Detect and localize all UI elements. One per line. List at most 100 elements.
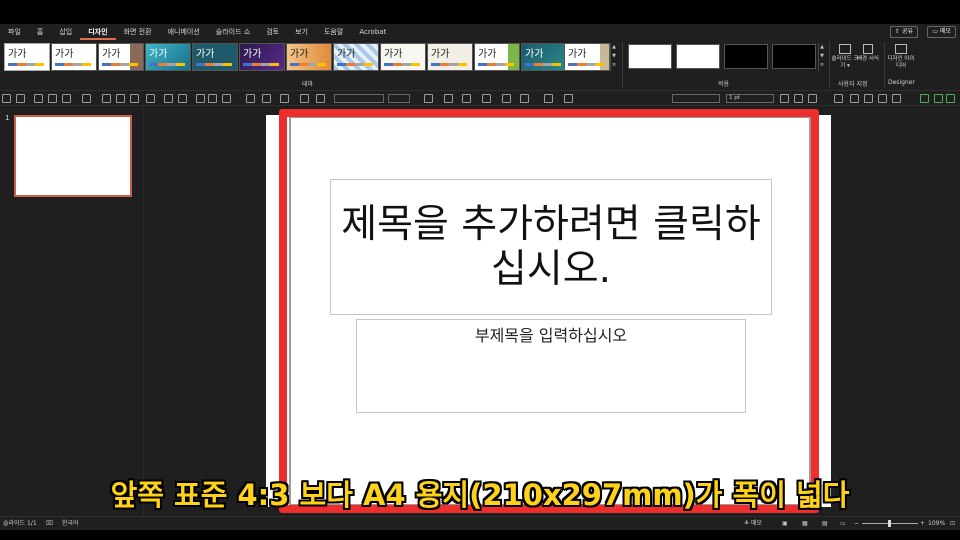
tool-icon[interactable] bbox=[222, 94, 231, 103]
table-icon[interactable] bbox=[544, 94, 553, 103]
tool-icon[interactable] bbox=[462, 94, 471, 103]
theme-8[interactable]: 가가 bbox=[333, 43, 379, 71]
tool-icon[interactable] bbox=[246, 94, 255, 103]
record-icon[interactable] bbox=[934, 94, 943, 103]
theme-5[interactable]: 가가 bbox=[192, 43, 238, 71]
tool-icon[interactable] bbox=[34, 94, 43, 103]
themes-gallery-scroll[interactable]: ▲ ▼ ≡ bbox=[610, 43, 617, 71]
tool-icon[interactable] bbox=[564, 94, 573, 103]
slide-thumbnail[interactable] bbox=[14, 115, 132, 197]
font-size-field[interactable] bbox=[388, 94, 410, 103]
notes-button[interactable]: ≜ 메모 bbox=[744, 517, 762, 530]
tool-icon[interactable] bbox=[208, 94, 217, 103]
theme-4[interactable]: 가가 bbox=[145, 43, 191, 71]
tab-slideshow[interactable]: 슬라이드 쇼 bbox=[208, 24, 258, 40]
accessibility-icon[interactable]: ⌧ bbox=[46, 517, 53, 530]
record-icon[interactable] bbox=[946, 94, 955, 103]
variants-gallery-scroll[interactable]: ▲ ▼ ≡ bbox=[818, 43, 825, 71]
theme-6[interactable]: 가가 bbox=[239, 43, 285, 71]
tab-transitions[interactable]: 화면 전환 bbox=[116, 24, 160, 40]
reading-view-icon[interactable]: ▤ bbox=[822, 517, 828, 530]
tool-icon[interactable] bbox=[164, 94, 173, 103]
customize-group-label: 사용자 지정 bbox=[838, 81, 868, 88]
theme-11[interactable]: 가가 bbox=[474, 43, 520, 71]
line-weight-field[interactable]: 1 pt bbox=[726, 94, 774, 103]
theme-9[interactable]: 가가 bbox=[380, 43, 426, 71]
tool-icon[interactable] bbox=[850, 94, 859, 103]
theme-10[interactable]: 가가 bbox=[427, 43, 473, 71]
tool-icon[interactable] bbox=[16, 94, 25, 103]
tool-icon[interactable] bbox=[146, 94, 155, 103]
normal-view-icon[interactable]: ▣ bbox=[782, 517, 788, 530]
memo-button[interactable]: ▭ 메모 bbox=[927, 26, 956, 38]
tool-icon[interactable] bbox=[520, 94, 529, 103]
theme-office-2[interactable]: 가가 bbox=[51, 43, 97, 71]
tool-icon[interactable] bbox=[178, 94, 187, 103]
tool-icon[interactable] bbox=[794, 94, 803, 103]
variant-3[interactable] bbox=[724, 44, 768, 69]
tab-review[interactable]: 검토 bbox=[258, 24, 287, 40]
theme-office[interactable]: 가가 bbox=[4, 43, 50, 71]
tool-icon[interactable] bbox=[444, 94, 453, 103]
theme-13[interactable]: 가가 bbox=[564, 43, 610, 71]
tool-icon[interactable] bbox=[502, 94, 511, 103]
theme-3[interactable]: 가가 bbox=[98, 43, 144, 71]
format-background-button[interactable]: 배경 서식 bbox=[854, 44, 882, 63]
theme-preview-text: 가가 bbox=[431, 49, 450, 60]
zoom-out-icon[interactable]: − bbox=[854, 517, 859, 530]
tab-view[interactable]: 보기 bbox=[287, 24, 316, 40]
subtitle-placeholder[interactable]: 부제목을 입력하십시오 bbox=[356, 319, 746, 413]
symbol-icon[interactable] bbox=[316, 94, 325, 103]
zoom-in-icon[interactable]: + bbox=[920, 517, 925, 530]
tool-icon[interactable] bbox=[780, 94, 789, 103]
theme-7[interactable]: 가가 bbox=[286, 43, 332, 71]
variant-2[interactable] bbox=[676, 44, 720, 69]
tool-icon[interactable] bbox=[2, 94, 11, 103]
tool-icon[interactable] bbox=[116, 94, 125, 103]
theme-preview-text: 가가 bbox=[102, 49, 121, 60]
title-placeholder[interactable]: 제목을 추가하려면 클릭하십시오. bbox=[330, 179, 772, 315]
variant-1[interactable] bbox=[628, 44, 672, 69]
tool-icon[interactable] bbox=[130, 94, 139, 103]
tool-icon[interactable] bbox=[808, 94, 817, 103]
tab-help[interactable]: 도움말 bbox=[316, 24, 351, 40]
eyedropper-icon[interactable] bbox=[262, 94, 271, 103]
tool-icon[interactable] bbox=[878, 94, 887, 103]
tool-icon[interactable] bbox=[82, 94, 91, 103]
theme-12[interactable]: 가가 bbox=[521, 43, 567, 71]
variant-4[interactable] bbox=[772, 44, 816, 69]
tool-icon[interactable] bbox=[864, 94, 873, 103]
tab-insert[interactable]: 삽입 bbox=[51, 24, 80, 40]
design-ideas-button[interactable]: 디자인 아이디어 bbox=[886, 44, 916, 70]
tool-icon[interactable] bbox=[102, 94, 111, 103]
design-ideas-label: 디자인 아이디어 bbox=[887, 56, 915, 69]
fill-color-icon[interactable] bbox=[424, 94, 433, 103]
font-name-field[interactable] bbox=[334, 94, 384, 103]
tab-animations[interactable]: 애니메이션 bbox=[160, 24, 208, 40]
tool-icon[interactable] bbox=[48, 94, 57, 103]
zoom-level[interactable]: 109% bbox=[928, 517, 945, 530]
tool-icon[interactable] bbox=[892, 94, 901, 103]
tool-icon[interactable] bbox=[196, 94, 205, 103]
zoom-slider-thumb[interactable] bbox=[888, 520, 891, 527]
language-label[interactable]: 한국어 bbox=[62, 517, 79, 530]
slide-sorter-icon[interactable]: ▦ bbox=[802, 517, 808, 530]
fit-to-window-icon[interactable]: ⊡ bbox=[950, 517, 955, 530]
share-label: 공유 bbox=[901, 28, 913, 35]
tab-file[interactable]: 파일 bbox=[0, 24, 29, 40]
tab-home[interactable]: 홈 bbox=[29, 24, 51, 40]
tool-icon[interactable] bbox=[280, 94, 289, 103]
tab-design[interactable]: 디자인 bbox=[80, 24, 116, 40]
shapes-icon[interactable] bbox=[482, 94, 491, 103]
video-caption: 앞쪽 표준 4:3 보다 A4 용지(210x297mm)가 폭이 넓다 bbox=[110, 478, 850, 512]
share-button[interactable]: ⇧ 공유 bbox=[890, 26, 918, 38]
record-icon[interactable] bbox=[920, 94, 929, 103]
line-style-field[interactable] bbox=[672, 94, 720, 103]
align-icon[interactable] bbox=[62, 94, 71, 103]
tab-acrobat[interactable]: Acrobat bbox=[351, 24, 394, 40]
slide-size-icon bbox=[839, 44, 851, 54]
tool-icon[interactable] bbox=[300, 94, 309, 103]
slideshow-icon[interactable]: ▭ bbox=[840, 517, 846, 530]
status-bar: 슬라이드 1/1 ⌧ 한국어 ≜ 메모 ▣ ▦ ▤ ▭ − + 109% ⊡ bbox=[0, 516, 960, 530]
tool-icon[interactable] bbox=[834, 94, 843, 103]
